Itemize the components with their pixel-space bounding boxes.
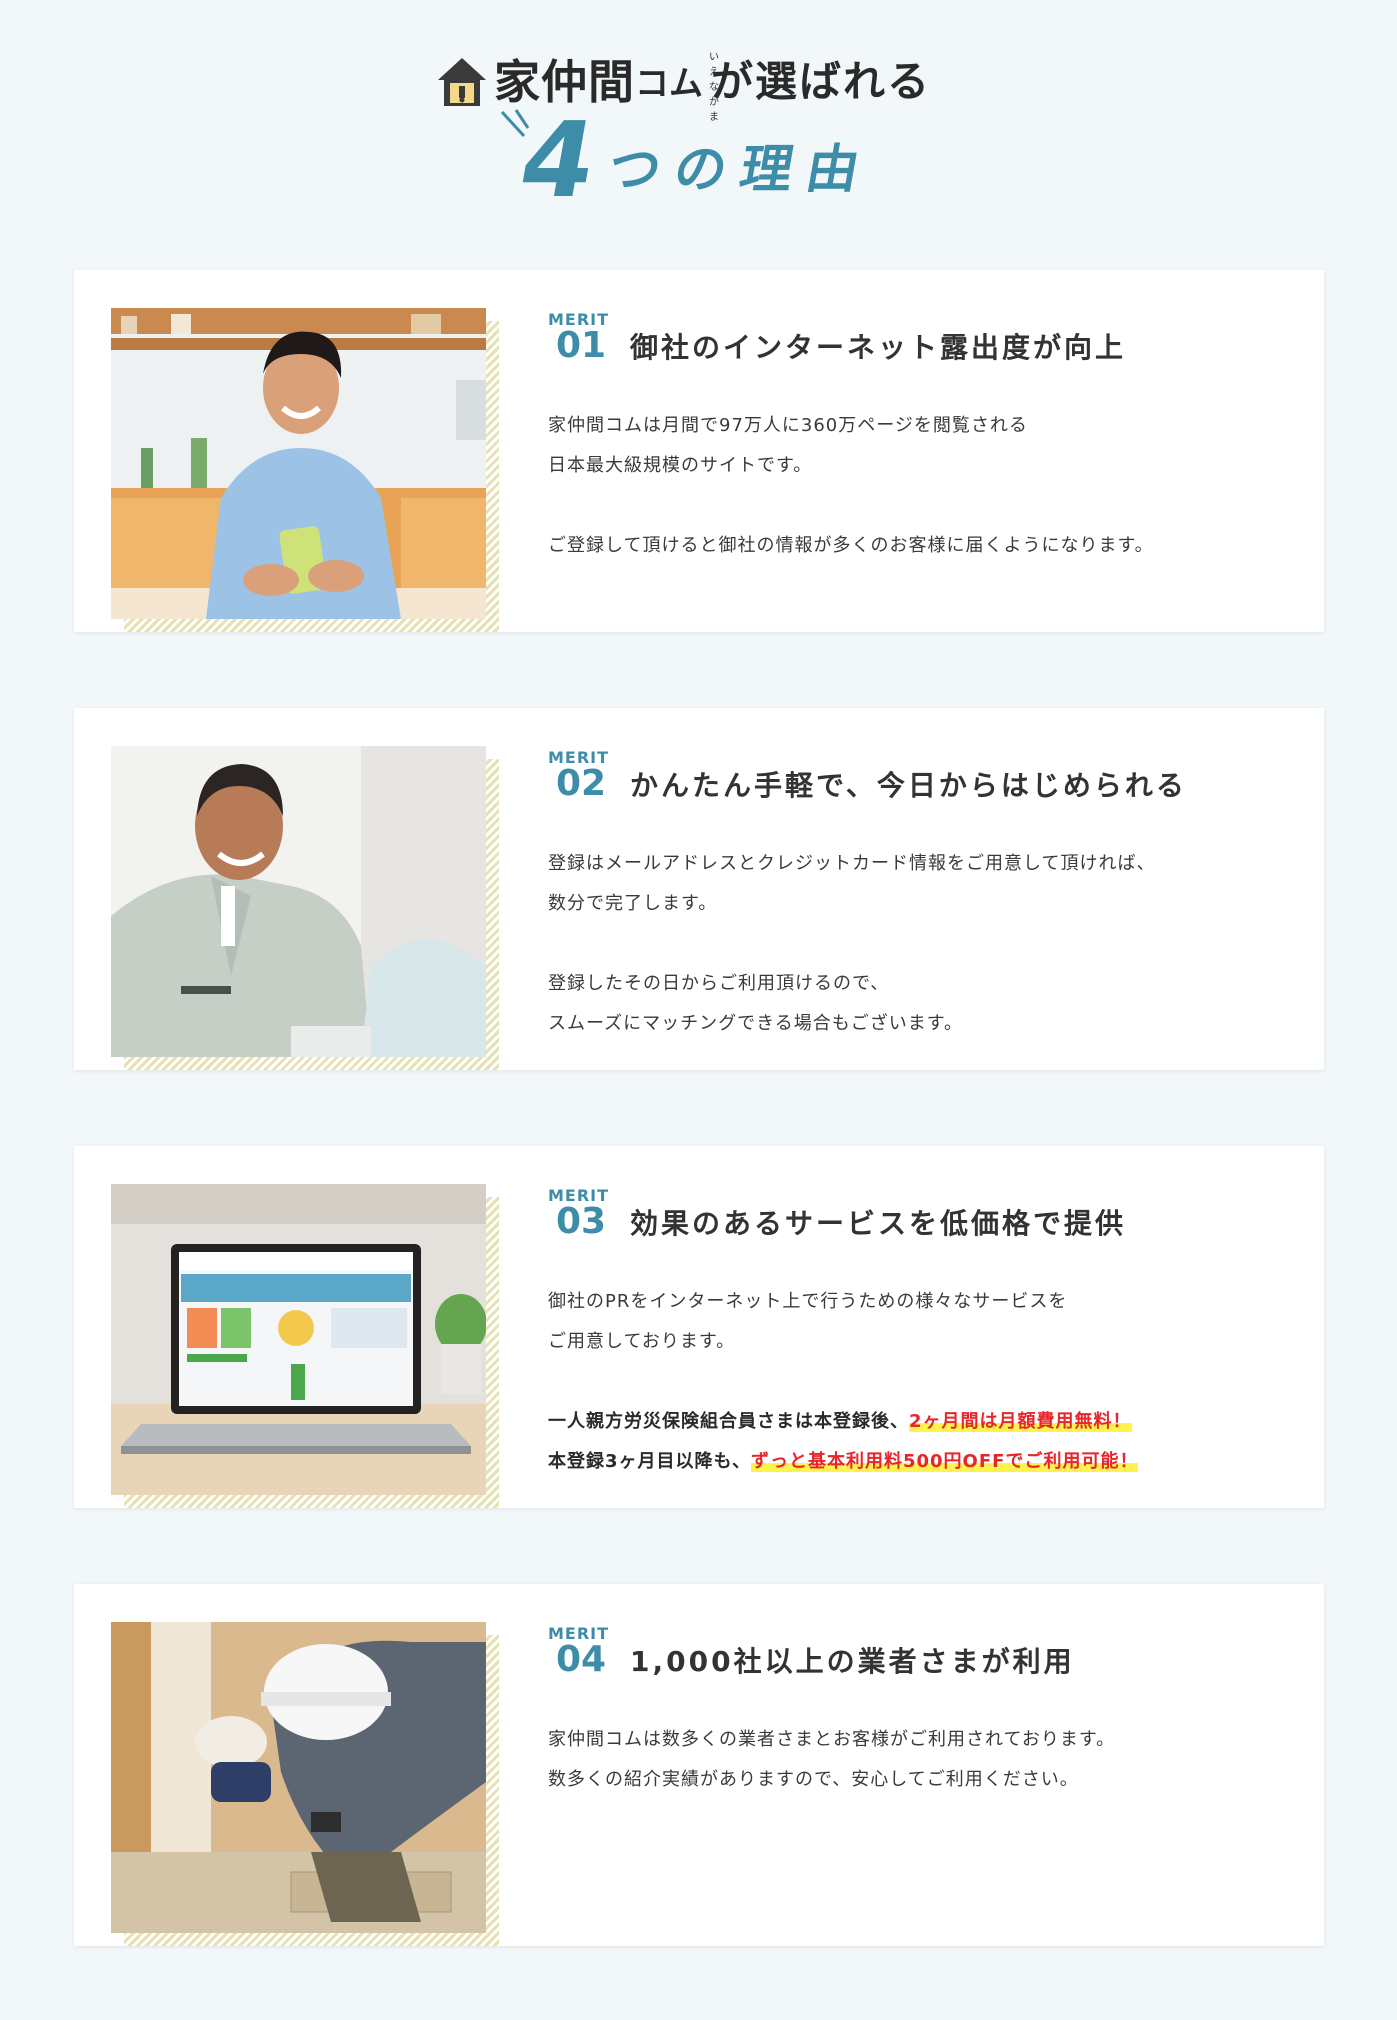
merit-photo-laptop	[111, 1184, 486, 1495]
reason-text: つの理由	[603, 140, 878, 200]
merit-body-line: 登録はメールアドレスとクレジットカード情報をご用意して頂ければ、	[548, 853, 1156, 874]
merit-body-line: 家仲間コムは数多くの業者さまとお客様がご利用されております。	[548, 1729, 1116, 1750]
merit-number: 01	[556, 325, 607, 366]
merit-photo-frame	[111, 308, 499, 632]
campaign-lead-text: 一人親方労災保険組合員さまは本登録後、	[548, 1411, 909, 1432]
merit-title: 御社のインターネット露出度が向上	[630, 331, 1127, 364]
merit-body-line: 家仲間コムは月間で97万人に360万ページを閲覧される	[548, 415, 1028, 436]
section-header: 家仲間 コム いえなかま が選ばれる 4 つの理由	[0, 0, 1397, 270]
merit-photo-frame	[111, 746, 499, 1070]
merit-body-line: 日本最大級規模のサイトです。	[548, 455, 813, 476]
brand-suffix: コム	[635, 64, 703, 104]
merit-body: 登録はメールアドレスとクレジットカード情報をご用意して頂ければ、 数分で完了しま…	[548, 844, 1288, 1044]
merit-campaign-line: 本登録3ヶ月目以降も、ずっと基本利用料500円OFFでご利用可能！	[548, 1442, 1288, 1482]
merit-photo-frame	[111, 1184, 499, 1508]
merit-body-line: 数分で完了します。	[548, 893, 718, 914]
merit-number: 02	[556, 763, 607, 804]
header-reason-line: 4 つの理由	[511, 99, 883, 221]
merit-number: 04	[556, 1639, 607, 1680]
merit-body-line: 登録したその日からご利用頂けるので、	[548, 973, 890, 994]
merit-body-line: 数多くの紹介実績がありますので、安心してご利用ください。	[548, 1769, 1079, 1790]
merit-body: 御社のPRをインターネット上で行うための様々なサービスを ご用意しております。 …	[548, 1282, 1288, 1482]
merit-body-line: ご用意しております。	[548, 1331, 736, 1352]
merit-card-03: MERIT 03 効果のあるサービスを低価格で提供 御社のPRをインターネット上…	[74, 1146, 1324, 1508]
merit-card-04: MERIT 04 1,000社以上の業者さまが利用 家仲間コムは数多くの業者さま…	[74, 1584, 1324, 1946]
merit-body-line: 御社のPRをインターネット上で行うための様々なサービスを	[548, 1291, 1068, 1312]
merit-body-line: スムーズにマッチングできる場合もございます。	[548, 1013, 963, 1034]
merit-body: 家仲間コムは月間で97万人に360万ページを閲覧される 日本最大級規模のサイトで…	[548, 406, 1288, 566]
merit-body: 家仲間コムは数多くの業者さまとお客様がご利用されております。 数多くの紹介実績が…	[548, 1720, 1288, 1800]
merit-title: かんたん手軽で、今日からはじめられる	[630, 769, 1187, 802]
merit-photo-man-smartphone	[111, 308, 486, 619]
merit-title: 1,000社以上の業者さまが利用	[630, 1645, 1075, 1678]
merit-card-02: MERIT 02 かんたん手軽で、今日からはじめられる 登録はメールアドレスとク…	[74, 708, 1324, 1070]
merit-body-line: ご登録して頂けると御社の情報が多くのお客様に届くようになります。	[548, 535, 1154, 556]
campaign-lead-text: 本登録3ヶ月目以降も、	[548, 1451, 751, 1472]
merit-title: 効果のあるサービスを低価格で提供	[630, 1207, 1127, 1240]
merit-card-01: MERIT 01 御社のインターネット露出度が向上 家仲間コムは月間で97万人に…	[74, 270, 1324, 632]
merit-number: 03	[556, 1201, 607, 1242]
campaign-highlight: 2ヶ月間は月額費用無料！	[909, 1411, 1132, 1432]
merit-photo-frame	[111, 1622, 499, 1946]
campaign-highlight: ずっと基本利用料500円OFFでご利用可能！	[750, 1451, 1139, 1472]
header-logo-line: 家仲間 コム いえなかま が選ばれる	[436, 40, 932, 123]
merit-campaign-line: 一人親方労災保険組合員さまは本登録後、2ヶ月間は月額費用無料！	[548, 1402, 1288, 1442]
header-tagline: が選ばれる	[711, 57, 932, 106]
house-icon	[438, 58, 486, 106]
merit-photo-worker-smiling	[111, 746, 486, 1057]
merit-photo-worker-helmet	[111, 1622, 486, 1933]
